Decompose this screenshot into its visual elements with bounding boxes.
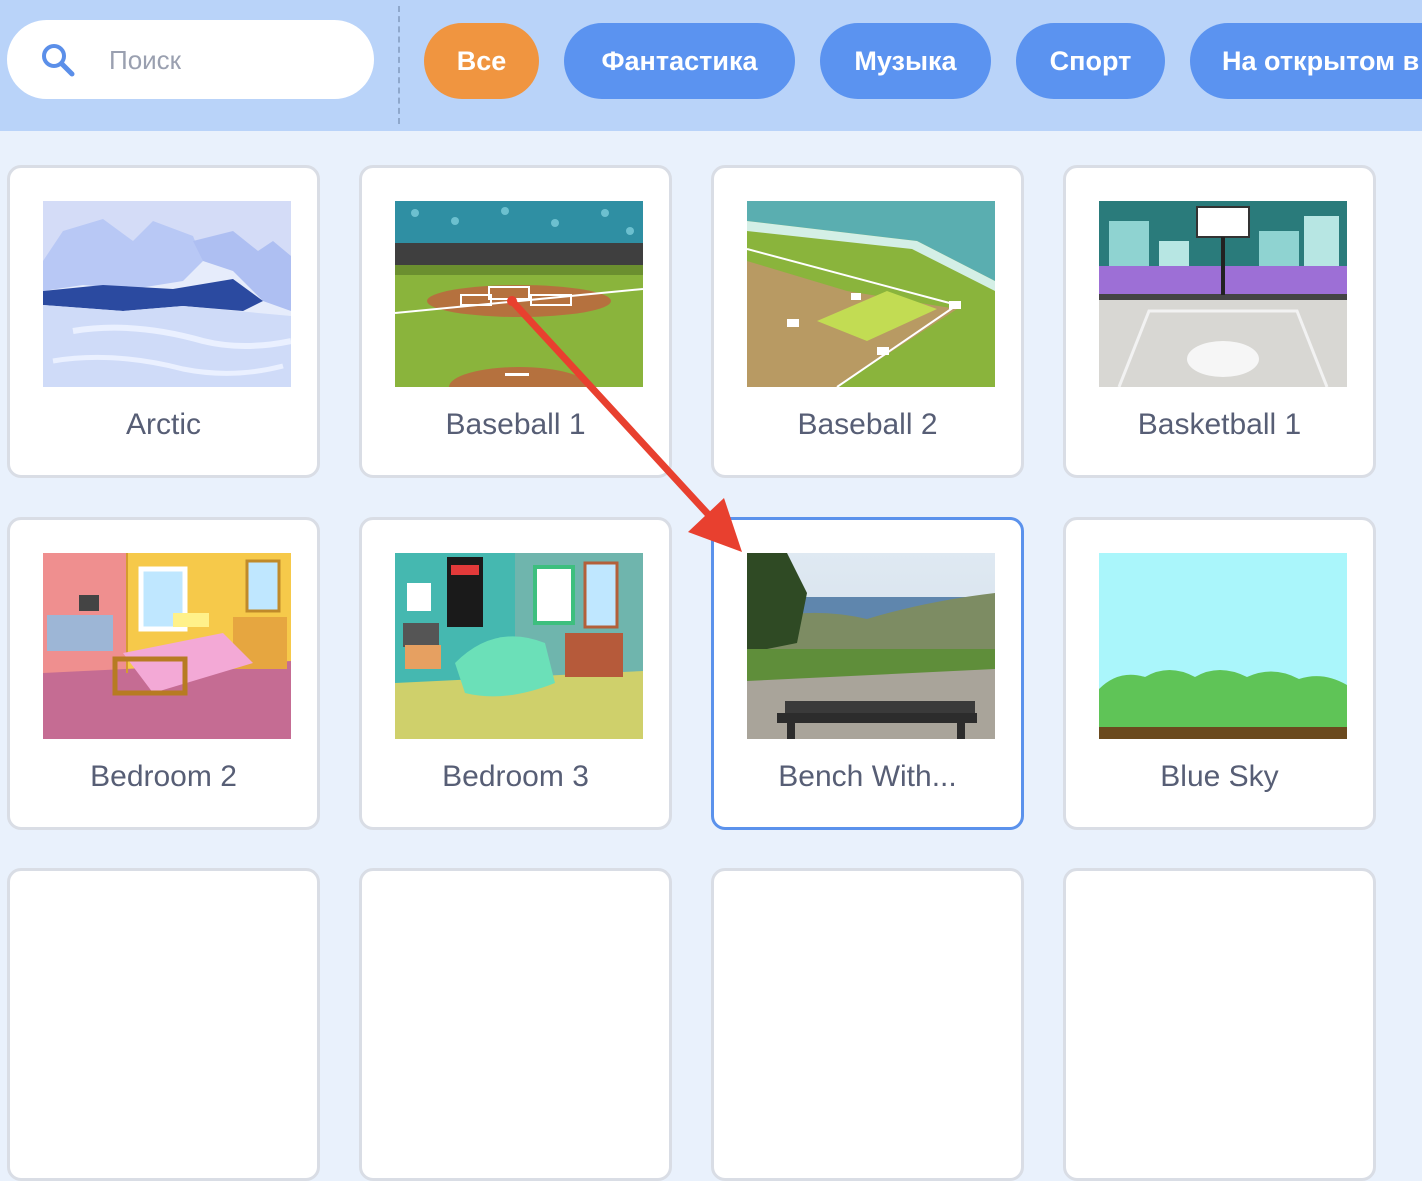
backdrop-thumbnail-baseball-2: [747, 201, 995, 387]
divider: [398, 6, 400, 124]
backdrop-card-basketball-1[interactable]: Basketball 1: [1063, 165, 1376, 478]
backdrop-thumbnail-baseball-1: [395, 201, 643, 387]
category-fantasy[interactable]: Фантастика: [564, 23, 795, 99]
category-bar: Все Фантастика Музыка Спорт На открытом …: [0, 0, 1422, 131]
backdrop-card-row3-1[interactable]: [7, 868, 320, 1181]
backdrop-thumbnail-blue-sky: [1099, 553, 1347, 739]
search-box[interactable]: [7, 20, 374, 101]
backdrop-card-row3-2[interactable]: [359, 868, 672, 1181]
backdrop-label: Bench With...: [778, 760, 957, 793]
backdrop-thumbnail-bedroom-3: [395, 553, 643, 739]
backdrop-card-bedroom-2[interactable]: Bedroom 2: [7, 517, 320, 830]
search-input[interactable]: [107, 20, 361, 101]
backdrop-card-row3-4[interactable]: [1063, 868, 1376, 1181]
category-music[interactable]: Музыка: [820, 23, 991, 99]
category-outdoors[interactable]: На открытом в: [1190, 23, 1422, 99]
backdrop-label: Bedroom 3: [442, 760, 589, 793]
backdrop-label: Bedroom 2: [90, 760, 237, 793]
search-icon: [42, 44, 75, 77]
category-all[interactable]: Все: [424, 23, 539, 99]
backdrop-card-row3-3[interactable]: [711, 868, 1024, 1181]
backdrop-card-baseball-1[interactable]: Baseball 1: [359, 165, 672, 478]
backdrop-thumbnail-bedroom-2: [43, 553, 291, 739]
backdrop-label: Basketball 1: [1137, 408, 1302, 441]
backdrop-label: Blue Sky: [1160, 760, 1279, 793]
backdrop-thumbnail-arctic: [43, 201, 291, 387]
backdrop-card-arctic[interactable]: Arctic: [7, 165, 320, 478]
backdrop-label: Baseball 1: [445, 408, 586, 441]
backdrop-thumbnail-basketball-1: [1099, 201, 1347, 387]
backdrop-card-blue-sky[interactable]: Blue Sky: [1063, 517, 1376, 830]
backdrop-label: Arctic: [126, 408, 201, 441]
backdrop-card-bedroom-3[interactable]: Bedroom 3: [359, 517, 672, 830]
backdrop-label: Baseball 2: [797, 408, 938, 441]
category-sports[interactable]: Спорт: [1016, 23, 1165, 99]
backdrop-thumbnail-bench-with-view: [747, 553, 995, 739]
backdrop-card-baseball-2[interactable]: Baseball 2: [711, 165, 1024, 478]
backdrop-card-bench-with-view[interactable]: Bench With...: [711, 517, 1024, 830]
